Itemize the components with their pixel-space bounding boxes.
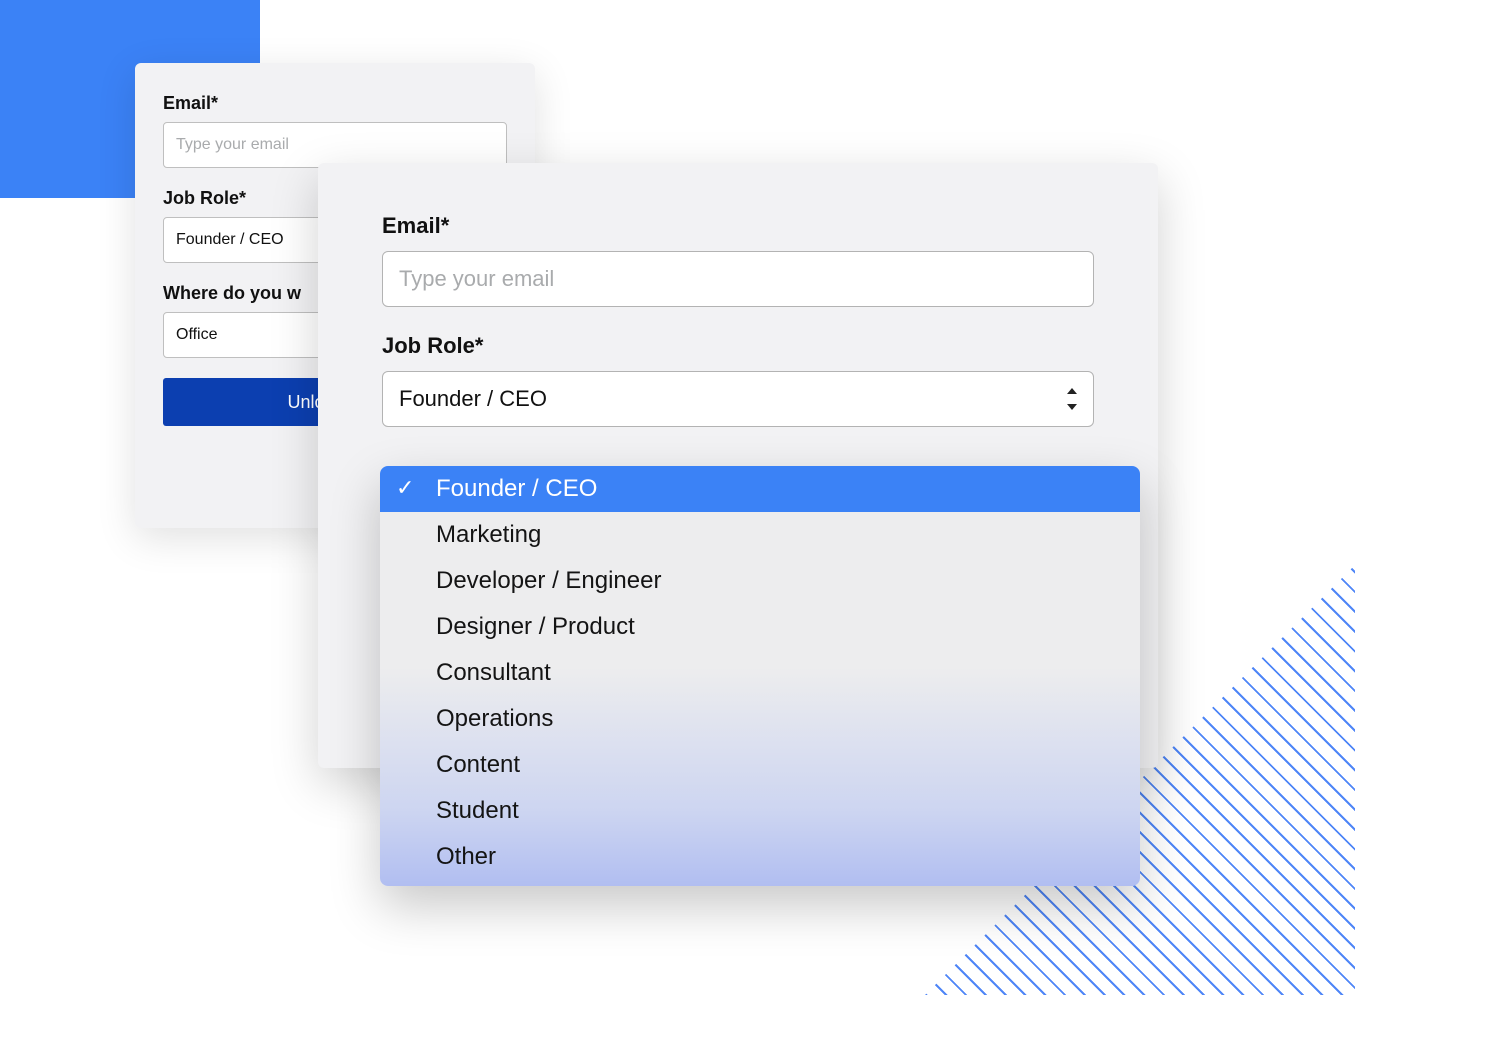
email-input-back[interactable]: Type your email (163, 122, 507, 168)
dropdown-option[interactable]: Designer / Product (380, 604, 1140, 650)
email-input-front[interactable]: Type your email (382, 251, 1094, 307)
email-label-front: Email* (382, 213, 1094, 239)
dropdown-option[interactable]: Developer / Engineer (380, 558, 1140, 604)
dropdown-option[interactable]: Founder / CEO (380, 466, 1140, 512)
dropdown-option[interactable]: Marketing (380, 512, 1140, 558)
dropdown-option[interactable]: Consultant (380, 650, 1140, 696)
email-label-back: Email* (163, 93, 507, 114)
email-placeholder-back: Type your email (176, 136, 289, 154)
select-arrows-icon (1065, 388, 1079, 410)
work-location-value-back: Office (176, 326, 218, 344)
dropdown-option[interactable]: Operations (380, 696, 1140, 742)
dropdown-option[interactable]: Student (380, 788, 1140, 834)
stage: Email* Type your email Job Role* Founder… (0, 0, 1500, 1050)
chevron-up-icon (1067, 388, 1077, 394)
email-placeholder-front: Type your email (399, 266, 554, 292)
chevron-down-icon (1067, 404, 1077, 410)
dropdown-option[interactable]: Other (380, 834, 1140, 880)
job-role-value-back: Founder / CEO (176, 231, 284, 249)
job-role-label-front: Job Role* (382, 333, 1094, 359)
job-role-dropdown: Founder / CEOMarketingDeveloper / Engine… (380, 466, 1140, 886)
job-role-select-front[interactable]: Founder / CEO (382, 371, 1094, 427)
dropdown-option[interactable]: Content (380, 742, 1140, 788)
job-role-value-front: Founder / CEO (399, 386, 547, 412)
